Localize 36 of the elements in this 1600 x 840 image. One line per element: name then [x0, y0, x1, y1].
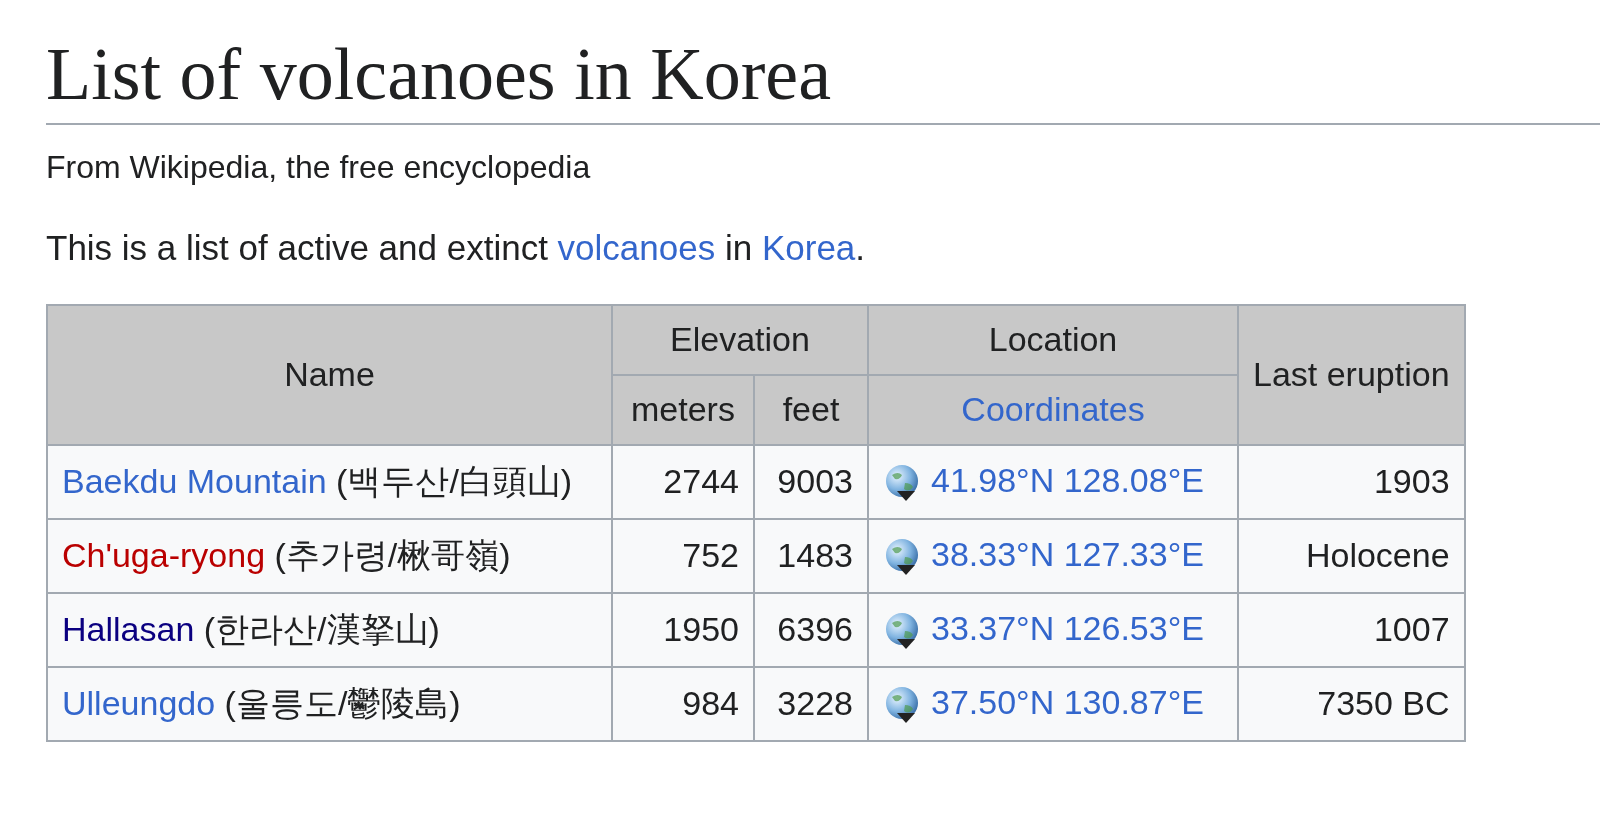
- table-cell: 1950: [612, 592, 754, 667]
- table-cell: 1483: [754, 518, 868, 593]
- article-link[interactable]: Korea: [761, 227, 856, 267]
- coordinates-link[interactable]: Coordinates: [961, 390, 1145, 429]
- volcano-link[interactable]: Baekdu Mountain: [62, 461, 327, 500]
- column-header: Name: [47, 304, 612, 445]
- volcano-link[interactable]: Hallasan: [62, 609, 195, 648]
- coordinates-link[interactable]: 38.33°N 127.33°E: [931, 534, 1204, 573]
- column-header: meters: [612, 374, 754, 445]
- article-link[interactable]: volcanoes: [557, 227, 716, 267]
- table-cell: 1007: [1238, 592, 1465, 667]
- native-name: (추가령/楸哥嶺): [274, 535, 511, 574]
- table-cell: 1903: [1238, 444, 1465, 519]
- intro-paragraph: This is a list of active and extinct volcanoes in Korea.: [46, 227, 867, 268]
- column-header: Last eruption: [1238, 304, 1465, 445]
- table-cell: 2744: [612, 444, 754, 519]
- volcano-link[interactable]: Ch'uga-ryong: [62, 535, 266, 574]
- table-cell: 7350 BC: [1238, 666, 1465, 741]
- table-cell: 752: [612, 518, 754, 593]
- column-header: Elevation: [612, 304, 868, 375]
- table-cell: Holocene: [1238, 518, 1465, 593]
- native-name: (한라산/漢拏山): [203, 609, 440, 648]
- coordinates-link[interactable]: 37.50°N 130.87°E: [931, 682, 1204, 721]
- volcano-link[interactable]: Ulleungdo: [62, 683, 216, 722]
- column-header: feet: [754, 374, 868, 445]
- page-title: List of volcanoes in Korea: [46, 30, 1600, 125]
- coordinates-link[interactable]: 41.98°N 128.08°E: [931, 460, 1204, 499]
- table-cell: 3228: [754, 666, 868, 741]
- column-header: Location: [868, 304, 1238, 375]
- native-name: (울릉도/鬱陵島): [224, 683, 461, 722]
- native-name: (백두산/白頭山): [336, 461, 573, 500]
- coordinates-link[interactable]: 33.37°N 126.53°E: [931, 608, 1204, 647]
- table-cell: 984: [612, 666, 754, 741]
- table-cell: 9003: [754, 444, 868, 519]
- table-cell: 6396: [754, 592, 868, 667]
- tagline: From Wikipedia, the free encyclopedia: [46, 148, 592, 186]
